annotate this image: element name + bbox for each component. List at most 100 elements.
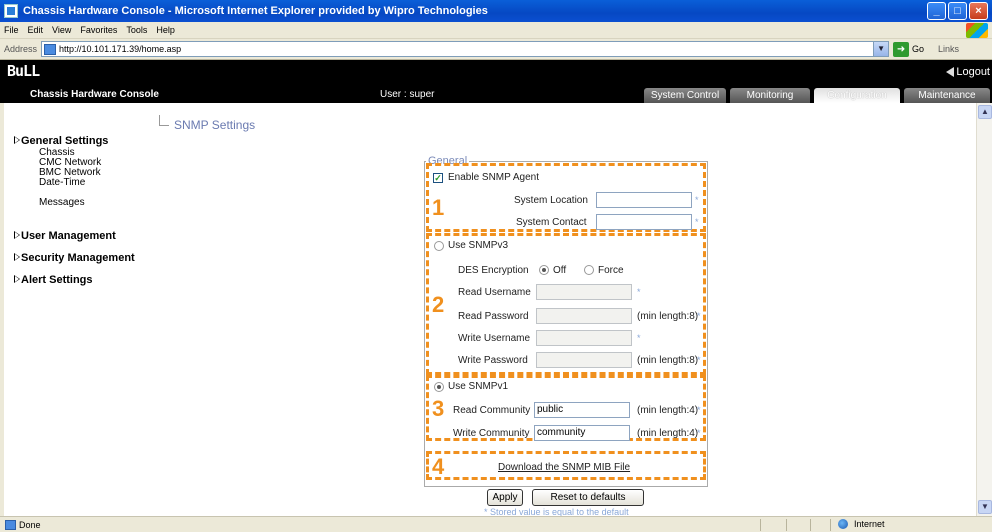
page-done-icon [5,519,16,530]
required-star: * [697,428,701,438]
des-off-radio[interactable] [539,265,549,275]
tab-system-control[interactable]: System Control [644,88,726,103]
go-button[interactable]: ➜ Go [893,41,925,57]
menu-favorites[interactable]: Favorites [80,25,117,35]
zone-label: Internet [854,519,885,529]
min-length-4-note: (min length:4) [637,405,699,416]
required-star: * [637,333,641,343]
address-dropdown-icon[interactable]: ▼ [873,42,889,56]
reset-defaults-button[interactable]: Reset to defaults [532,489,644,506]
system-location-field[interactable] [596,192,692,208]
tab-monitoring[interactable]: Monitoring [730,88,810,103]
read-password-field[interactable] [536,308,632,324]
write-username-label: Write Username [458,333,531,344]
address-input[interactable]: http://10.101.171.39/home.asp ▼ [41,41,890,57]
write-password-label: Write Password [458,355,528,366]
tab-configuration[interactable]: Configuration [814,88,900,103]
system-location-label: System Location [514,195,588,206]
logout-label: Logout [956,66,990,78]
read-username-field[interactable] [536,284,632,300]
write-username-field[interactable] [536,330,632,346]
apply-button[interactable]: Apply [487,489,523,506]
sidebar-general-settings[interactable]: General Settings [14,135,108,147]
address-label: Address [4,44,38,54]
sidebar-alert-settings[interactable]: Alert Settings [14,274,93,286]
enable-snmp-checkbox[interactable]: ✓ [433,173,443,183]
menu-help[interactable]: Help [156,25,175,35]
use-snmpv1-label: Use SNMPv1 [448,381,509,392]
sidebar-general-label: General Settings [21,135,109,147]
expand-triangle-icon [14,275,20,283]
section-number-4: 4 [432,454,445,479]
system-contact-field[interactable] [596,214,692,230]
min-length-8-note: (min length:8) [637,355,699,366]
logout-link[interactable]: Logout [946,66,990,78]
corner-bracket-icon [159,115,169,126]
use-snmpv3-radio[interactable] [434,241,444,251]
download-mib-link[interactable]: Download the SNMP MIB File [498,462,630,473]
page-title: SNMP Settings [174,118,256,132]
window-title: Chassis Hardware Console - Microsoft Int… [23,5,488,17]
scroll-down-icon[interactable]: ▼ [978,500,992,514]
des-off-label: Off [553,265,567,276]
go-label: Go [912,44,925,54]
write-community-field[interactable]: community [534,425,630,441]
links-button[interactable]: Links [938,44,959,54]
section-number-3: 3 [432,396,445,421]
maximize-button[interactable]: □ [948,2,967,20]
close-button[interactable]: × [969,2,988,20]
menu-view[interactable]: View [52,25,71,35]
address-url: http://10.101.171.39/home.asp [59,44,182,54]
expand-triangle-icon [14,136,20,144]
console-title: Chassis Hardware Console [30,89,159,100]
scroll-up-icon[interactable]: ▲ [978,105,992,119]
status-separator [830,519,831,531]
min-length-4-note: (min length:4) [637,428,699,439]
sidebar-user-management[interactable]: User Management [14,230,116,242]
sidebar-security-management[interactable]: Security Management [14,252,135,264]
internet-globe-icon [838,519,848,529]
system-contact-label: System Contact [516,217,587,228]
menu-edit[interactable]: Edit [28,25,44,35]
write-community-label: Write Community [453,428,530,439]
logout-arrow-icon [946,67,955,77]
tab-maintenance[interactable]: Maintenance [904,88,990,103]
expand-triangle-icon [14,231,20,239]
enable-snmp-label: Enable SNMP Agent [448,172,539,183]
menu-file[interactable]: File [4,25,19,35]
min-length-8-note: (min length:8) [637,311,699,322]
required-star: * [695,195,699,205]
user-label: User : super [380,89,435,100]
bull-logo: BuLL [7,62,40,80]
sidebar-item-messages[interactable]: Messages [14,198,85,208]
des-force-radio[interactable] [584,265,594,275]
sidebar-security-label: Security Management [21,252,135,264]
write-password-field[interactable] [536,352,632,368]
go-arrow-icon: ➜ [893,41,910,57]
nav-bar: Chassis Hardware Console User : super Sy… [0,87,992,103]
vertical-scrollbar[interactable]: ▲ ▼ [976,103,992,516]
section-number-2: 2 [432,292,445,317]
window-titlebar: Chassis Hardware Console - Microsoft Int… [0,0,992,22]
minimize-button[interactable]: _ [927,2,946,20]
page-icon [44,43,57,55]
required-star: * [637,287,641,297]
status-bar: Done Internet [0,516,992,532]
app-header: BuLL Logout [0,60,992,87]
use-snmpv3-label: Use SNMPv3 [448,240,509,251]
read-community-field[interactable]: public [534,402,630,418]
read-community-label: Read Community [453,405,531,416]
menu-tools[interactable]: Tools [126,25,147,35]
section-number-1: 1 [432,195,445,220]
status-separator [810,519,811,531]
des-encryption-label: DES Encryption [458,265,529,276]
use-snmpv1-radio[interactable] [434,382,444,392]
ie-app-icon [4,4,18,18]
status-separator [786,519,787,531]
windows-logo-icon [966,23,988,38]
page-heading: SNMP Settings [159,114,255,132]
status-separator [760,519,761,531]
required-star: * [697,405,701,415]
des-force-label: Force [598,265,624,276]
status-text: Done [19,519,41,530]
